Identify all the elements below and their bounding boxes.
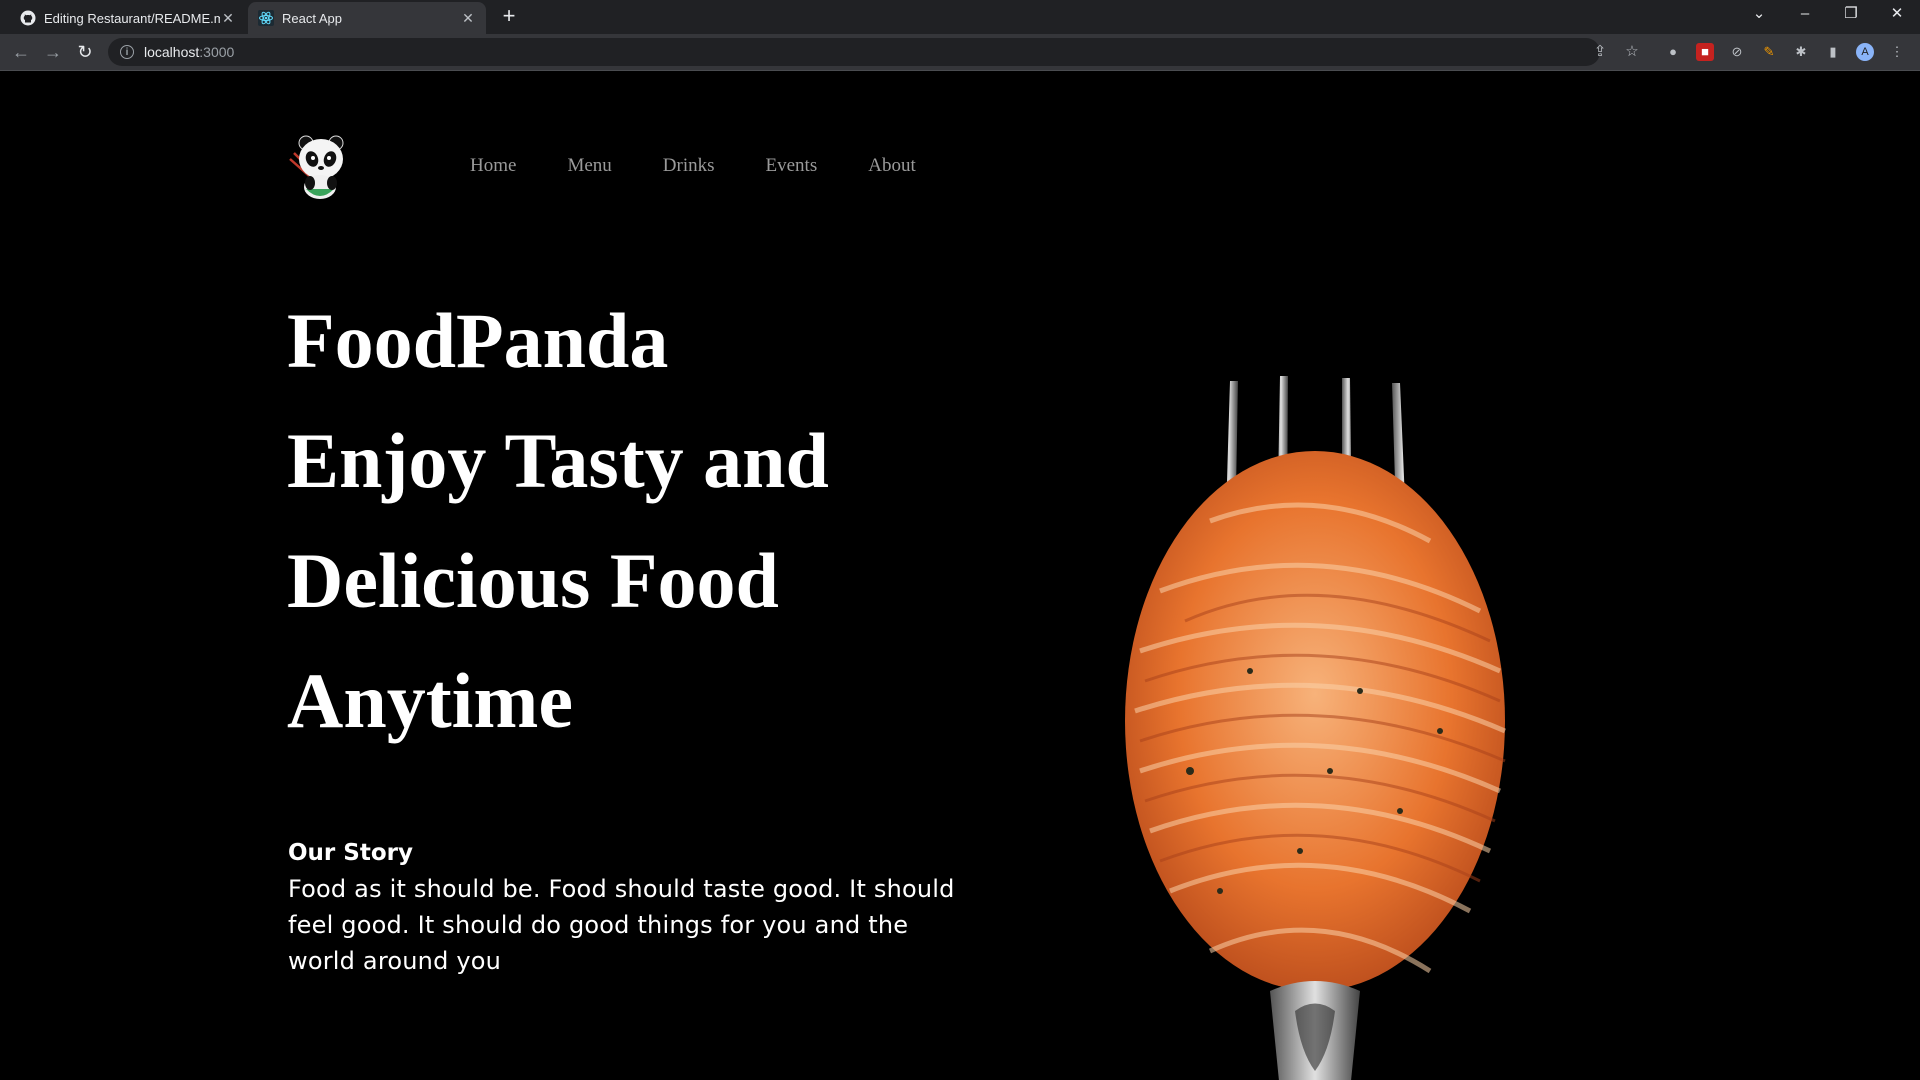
nav-events[interactable]: Events: [766, 155, 818, 177]
pen-extension-icon[interactable]: ✎: [1760, 43, 1778, 61]
extension-icon[interactable]: ●: [1664, 43, 1682, 61]
story-body: Food as it should be. Food should taste …: [288, 875, 955, 975]
hero-line-brand: FoodPanda: [287, 297, 669, 384]
restore-icon[interactable]: ❐: [1828, 0, 1874, 30]
hero-line: Delicious Food: [287, 537, 779, 624]
our-story-section: Our Story Food as it should be. Food sho…: [288, 835, 968, 979]
hero-line: Anytime: [287, 657, 573, 744]
github-icon: [20, 10, 36, 26]
new-tab-icon[interactable]: +: [497, 5, 521, 29]
url-host: localhost: [144, 44, 200, 60]
spaghetti-fork-image: [1125, 376, 1506, 1080]
address-bar[interactable]: i localhost:3000 ⇪ ☆: [108, 38, 1639, 66]
nav-drinks[interactable]: Drinks: [663, 155, 715, 177]
browser-toolbar: ← → ↻ i localhost:3000 ⇪ ☆ ● ■ ⊘ ✎ ✱ ▮ A…: [0, 34, 1920, 71]
compass-extension-icon[interactable]: ⊘: [1728, 43, 1746, 61]
reload-icon[interactable]: ↻: [74, 41, 96, 63]
share-icon[interactable]: ⇪: [1591, 43, 1609, 61]
forward-arrow-icon[interactable]: →: [42, 41, 64, 63]
extension-red-icon[interactable]: ■: [1696, 43, 1714, 61]
close-tab-icon[interactable]: ✕: [220, 10, 236, 27]
side-panel-icon[interactable]: ▮: [1824, 43, 1842, 61]
nav-menu[interactable]: Menu: [567, 155, 611, 177]
nav-home[interactable]: Home: [470, 155, 516, 177]
tab-title: Editing Restaurant/README.md: [44, 10, 220, 26]
tab-search-icon[interactable]: ⌄: [1736, 0, 1782, 30]
page-content: Home Menu Drinks Events About FoodPanda …: [0, 71, 1920, 1080]
browser-tab-strip: Editing Restaurant/README.md ✕ React App…: [0, 0, 1920, 34]
back-arrow-icon[interactable]: ←: [10, 41, 32, 63]
address-url[interactable]: localhost:3000: [144, 44, 234, 60]
react-icon: [258, 10, 274, 26]
profile-avatar[interactable]: A: [1856, 43, 1874, 61]
site-info-icon[interactable]: i: [120, 45, 134, 59]
browser-tab-react-app[interactable]: React App ✕: [248, 2, 486, 34]
close-tab-icon[interactable]: ✕: [460, 10, 476, 27]
bookmark-star-icon[interactable]: ☆: [1623, 43, 1641, 61]
url-port: :3000: [199, 44, 235, 60]
puzzle-extensions-icon[interactable]: ✱: [1792, 43, 1810, 61]
menu-kebab-icon[interactable]: ⋮: [1888, 43, 1906, 61]
minimize-icon[interactable]: –: [1782, 0, 1828, 30]
close-window-icon[interactable]: ✕: [1874, 0, 1920, 30]
tab-title: React App: [282, 10, 342, 26]
panda-logo[interactable]: [286, 133, 354, 205]
browser-tab-readme[interactable]: Editing Restaurant/README.md ✕: [10, 2, 246, 34]
hero-heading: FoodPanda Enjoy Tasty and Delicious Food…: [287, 281, 987, 761]
nav-about[interactable]: About: [868, 155, 916, 177]
story-heading: Our Story: [288, 840, 413, 866]
hero-line: Enjoy Tasty and: [287, 417, 829, 504]
main-nav: Home Menu Drinks Events About: [470, 155, 967, 177]
